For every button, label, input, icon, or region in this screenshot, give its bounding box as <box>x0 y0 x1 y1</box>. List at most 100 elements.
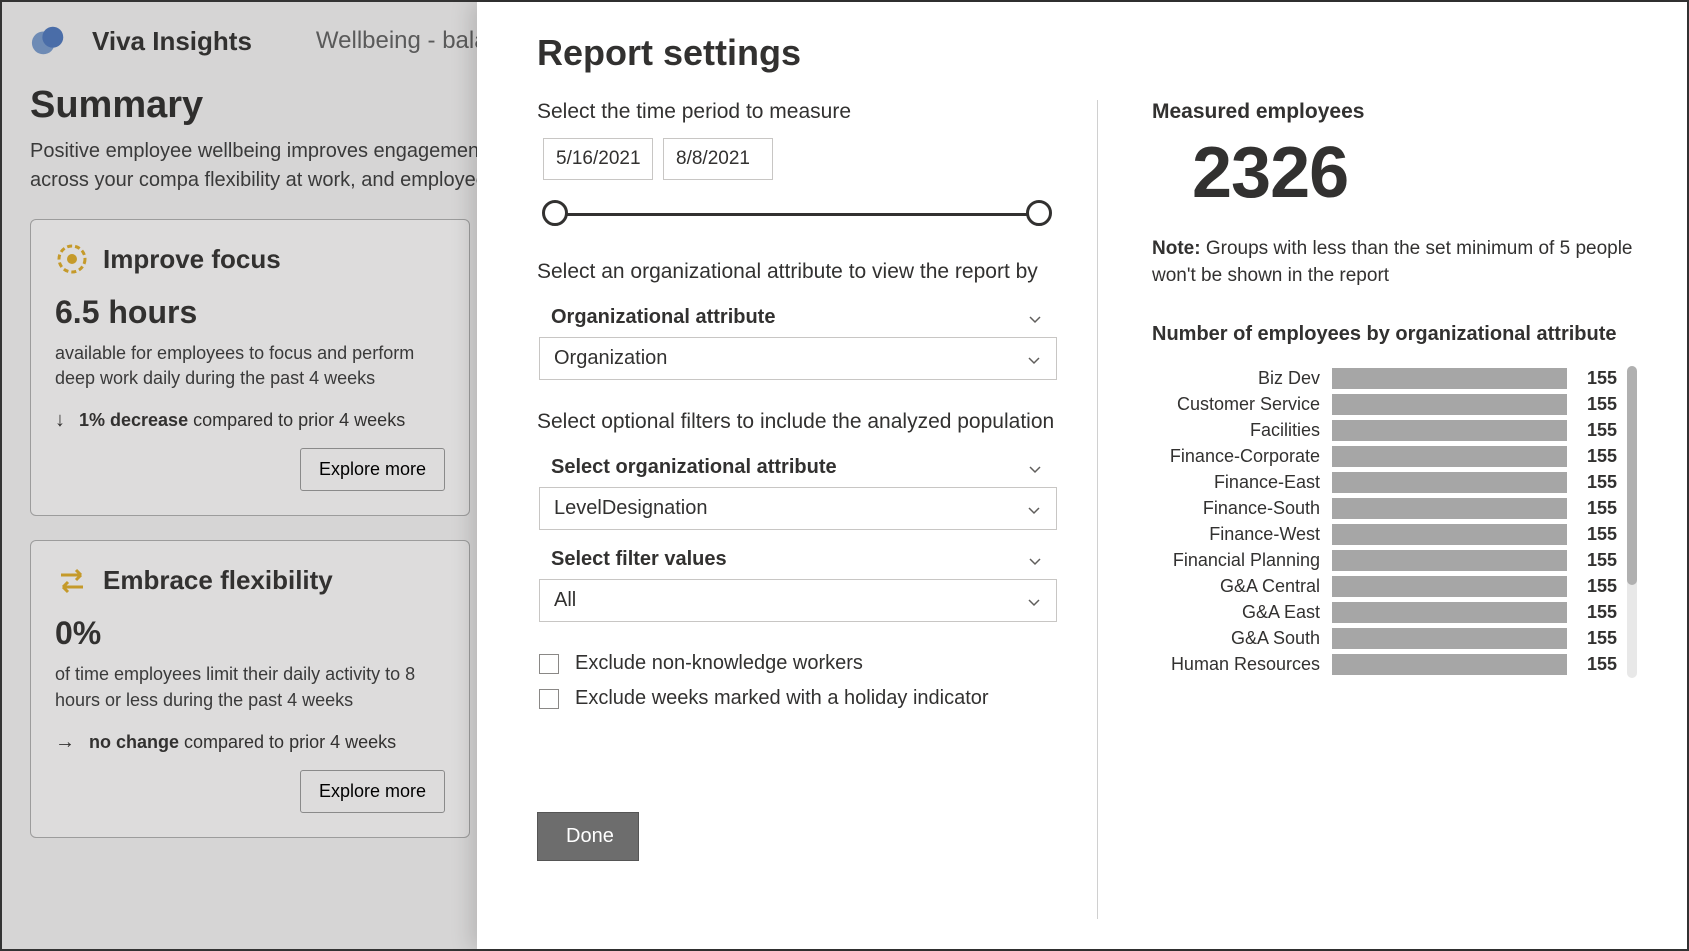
arrow-right-icon: → <box>55 731 75 754</box>
flex-subtitle: of time employees limit their daily acti… <box>55 662 445 712</box>
date-end-input[interactable] <box>663 138 773 180</box>
filter-attr-value: LevelDesignation <box>554 497 707 520</box>
chart-scrollbar[interactable] <box>1627 366 1637 678</box>
exclude-non-knowledge-checkbox-row[interactable]: Exclude non-knowledge workers <box>539 652 1057 675</box>
chart-row: G&A East 155 <box>1152 600 1617 625</box>
chart-row: Customer Service155 <box>1152 392 1617 417</box>
chart-row-value: 155 <box>1567 498 1617 519</box>
settings-left-column: Select the time period to measure Select… <box>537 100 1097 919</box>
chart-row-bar <box>1332 602 1567 623</box>
focus-trend: ↓ 1% decrease compared to prior 4 weeks <box>55 409 445 432</box>
filter-attribute-drop-label[interactable]: Select organizational attribute <box>537 448 1057 487</box>
breadcrumb: Wellbeing - bala <box>316 27 488 55</box>
note-bold: Note: <box>1152 238 1201 259</box>
done-button[interactable]: Done <box>537 812 639 861</box>
chart-row-value: 155 <box>1567 394 1617 415</box>
chart-row-label: G&A Central <box>1152 576 1332 597</box>
chart-row: G&A South 155 <box>1152 626 1617 651</box>
chart-row-label: Human Resources <box>1152 654 1332 675</box>
flex-trend: → no change compared to prior 4 weeks <box>55 731 445 754</box>
viva-logo-icon <box>30 22 68 60</box>
time-period-label: Select the time period to measure <box>537 100 1057 124</box>
chart-row: Finance-West 155 <box>1152 522 1617 547</box>
flex-value: 0% <box>55 615 445 652</box>
card-title: Embrace flexibility <box>103 565 333 596</box>
org-attribute-select[interactable]: Organization <box>539 337 1057 380</box>
improve-focus-card: Improve focus 6.5 hours available for em… <box>30 219 470 516</box>
chart-row-bar <box>1332 394 1567 415</box>
chart-row-label: Finance-South <box>1152 498 1332 519</box>
employees-by-attribute-chart: Biz Dev155Customer Service155Facilities1… <box>1152 366 1637 678</box>
chart-row-bar <box>1332 498 1567 519</box>
chart-scrollbar-thumb[interactable] <box>1627 366 1637 584</box>
exclude-non-knowledge-label: Exclude non-knowledge workers <box>575 652 863 675</box>
chart-row-label: G&A South <box>1152 628 1332 649</box>
report-settings-panel: Report settings Select the time period t… <box>477 2 1687 949</box>
embrace-flexibility-card: Embrace flexibility 0% of time employees… <box>30 540 470 837</box>
org-attr-value: Organization <box>554 347 667 370</box>
chart-row-label: Finance-East <box>1152 472 1332 493</box>
card-title: Improve focus <box>103 244 281 275</box>
measured-employees-value: 2326 <box>1192 132 1637 214</box>
chart-row: G&A Central155 <box>1152 574 1617 599</box>
chart-row-label: Facilities <box>1152 420 1332 441</box>
chart-row-label: Biz Dev <box>1152 368 1332 389</box>
chart-row: Finance-East 155 <box>1152 470 1617 495</box>
chevron-down-icon <box>1027 460 1043 476</box>
time-range-slider[interactable] <box>545 200 1049 226</box>
focus-trend-bold: 1% decrease <box>79 410 188 430</box>
chart-row-value: 155 <box>1567 420 1617 441</box>
focus-target-icon <box>55 242 89 276</box>
focus-hours-value: 6.5 hours <box>55 294 445 331</box>
date-start-input[interactable] <box>543 138 653 180</box>
flex-trend-bold: no change <box>89 732 179 752</box>
chart-row: Biz Dev155 <box>1152 366 1617 391</box>
chart-row-value: 155 <box>1567 602 1617 623</box>
filter-attribute-select[interactable]: LevelDesignation <box>539 487 1057 530</box>
chart-row-value: 155 <box>1567 654 1617 675</box>
chart-row: Human Resources 155 <box>1152 652 1617 677</box>
chart-row-value: 155 <box>1567 524 1617 545</box>
note-text: Groups with less than the set minimum of… <box>1152 238 1633 286</box>
settings-right-column: Measured employees 2326 Note: Groups wit… <box>1097 100 1637 919</box>
chart-row-label: G&A East <box>1152 602 1332 623</box>
org-attr-drop-label-text: Organizational attribute <box>551 306 775 329</box>
chart-row-bar <box>1332 576 1567 597</box>
slider-start-handle[interactable] <box>542 200 568 226</box>
chart-row-value: 155 <box>1567 446 1617 467</box>
exclude-holiday-checkbox-row[interactable]: Exclude weeks marked with a holiday indi… <box>539 687 1057 710</box>
chart-row-label: Finance-West <box>1152 524 1332 545</box>
chart-row-bar <box>1332 420 1567 441</box>
chart-row: Finance-South 155 <box>1152 496 1617 521</box>
focus-subtitle: available for employees to focus and per… <box>55 341 445 391</box>
chevron-down-icon <box>1026 593 1042 609</box>
chevron-down-icon <box>1026 351 1042 367</box>
arrow-down-icon: ↓ <box>55 409 65 432</box>
chevron-down-icon <box>1027 310 1043 326</box>
filter-values-drop-label[interactable]: Select filter values <box>537 540 1057 579</box>
chart-row-label: Financial Planning <box>1152 550 1332 571</box>
org-attribute-drop-label[interactable]: Organizational attribute <box>537 298 1057 337</box>
filter-values-select[interactable]: All <box>539 579 1057 622</box>
exclude-non-knowledge-checkbox[interactable] <box>539 654 559 674</box>
chart-row-value: 155 <box>1567 628 1617 649</box>
filter-values-label-text: Select filter values <box>551 548 727 571</box>
chart-row-bar <box>1332 628 1567 649</box>
chart-row-value: 155 <box>1567 472 1617 493</box>
exclude-holiday-checkbox[interactable] <box>539 689 559 709</box>
focus-trend-rest: compared to prior 4 weeks <box>188 410 405 430</box>
chart-row-value: 155 <box>1567 550 1617 571</box>
explore-more-button[interactable]: Explore more <box>300 448 445 491</box>
minimum-group-note: Note: Groups with less than the set mini… <box>1152 236 1637 289</box>
exclude-holiday-label: Exclude weeks marked with a holiday indi… <box>575 687 989 710</box>
slider-end-handle[interactable] <box>1026 200 1052 226</box>
flexibility-arrows-icon <box>55 563 89 597</box>
flex-trend-rest: compared to prior 4 weeks <box>179 732 396 752</box>
chart-row-label: Finance-Corporate <box>1152 446 1332 467</box>
measured-employees-label: Measured employees <box>1152 100 1637 124</box>
filter-drop-label-text: Select organizational attribute <box>551 456 837 479</box>
filter-section-label: Select optional filters to include the a… <box>537 410 1057 434</box>
explore-more-button[interactable]: Explore more <box>300 770 445 813</box>
chevron-down-icon <box>1027 552 1043 568</box>
chevron-down-icon <box>1026 501 1042 517</box>
